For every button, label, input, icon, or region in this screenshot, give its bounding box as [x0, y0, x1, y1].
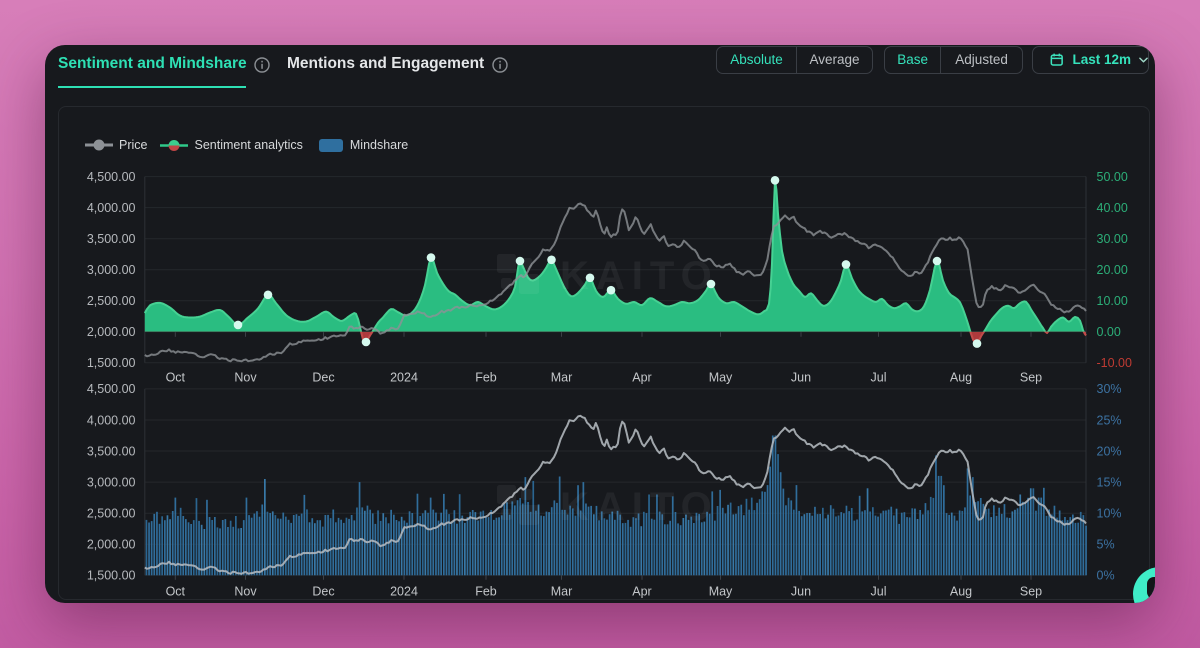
svg-text:May: May	[709, 585, 733, 599]
svg-text:Mar: Mar	[551, 585, 573, 599]
svg-text:20.00: 20.00	[1097, 263, 1128, 277]
svg-text:Dec: Dec	[312, 585, 334, 599]
svg-text:Jul: Jul	[871, 585, 887, 599]
svg-text:Jun: Jun	[791, 585, 811, 599]
svg-text:Nov: Nov	[234, 585, 257, 599]
svg-text:1,500.00: 1,500.00	[87, 569, 136, 583]
svg-text:2024: 2024	[390, 585, 418, 599]
svg-text:Feb: Feb	[475, 371, 497, 385]
svg-text:3,000.00: 3,000.00	[87, 263, 136, 277]
svg-text:3,500.00: 3,500.00	[87, 232, 136, 246]
svg-text:40.00: 40.00	[1097, 201, 1128, 215]
svg-text:1,500.00: 1,500.00	[87, 356, 136, 370]
svg-text:KAITO: KAITO	[560, 254, 719, 298]
svg-text:0.00: 0.00	[1097, 325, 1121, 339]
svg-text:May: May	[709, 371, 733, 385]
svg-text:Apr: Apr	[632, 585, 651, 599]
svg-text:Feb: Feb	[475, 585, 497, 599]
svg-text:4,500.00: 4,500.00	[87, 170, 136, 184]
svg-text:15%: 15%	[1097, 475, 1122, 489]
svg-text:20%: 20%	[1097, 444, 1122, 458]
svg-text:Dec: Dec	[312, 371, 334, 385]
svg-text:2024: 2024	[390, 371, 418, 385]
svg-text:Nov: Nov	[234, 371, 257, 385]
svg-text:3,500.00: 3,500.00	[87, 444, 136, 458]
svg-text:0%: 0%	[1097, 569, 1115, 583]
svg-text:Sep: Sep	[1020, 371, 1042, 385]
svg-text:Aug: Aug	[950, 585, 972, 599]
svg-text:4,000.00: 4,000.00	[87, 413, 136, 427]
svg-text:2,500.00: 2,500.00	[87, 294, 136, 308]
svg-text:2,500.00: 2,500.00	[87, 507, 136, 521]
svg-text:Aug: Aug	[950, 371, 972, 385]
svg-text:10%: 10%	[1097, 507, 1122, 521]
svg-text:50.00: 50.00	[1097, 170, 1128, 184]
svg-text:Jun: Jun	[791, 371, 811, 385]
svg-text:-10.00: -10.00	[1097, 356, 1132, 370]
svg-text:KAITO: KAITO	[560, 485, 719, 529]
svg-text:10.00: 10.00	[1097, 294, 1128, 308]
svg-text:Jul: Jul	[871, 371, 887, 385]
svg-text:4,000.00: 4,000.00	[87, 201, 136, 215]
svg-text:30.00: 30.00	[1097, 232, 1128, 246]
svg-text:4,500.00: 4,500.00	[87, 382, 136, 396]
svg-text:5%: 5%	[1097, 538, 1115, 552]
svg-text:2,000.00: 2,000.00	[87, 538, 136, 552]
svg-text:Sep: Sep	[1020, 585, 1042, 599]
svg-text:Oct: Oct	[166, 585, 186, 599]
svg-text:2,000.00: 2,000.00	[87, 325, 136, 339]
svg-text:25%: 25%	[1097, 413, 1122, 427]
svg-text:30%: 30%	[1097, 382, 1122, 396]
svg-text:3,000.00: 3,000.00	[87, 475, 136, 489]
svg-text:Oct: Oct	[166, 371, 186, 385]
svg-text:Mar: Mar	[551, 371, 573, 385]
svg-text:Apr: Apr	[632, 371, 651, 385]
